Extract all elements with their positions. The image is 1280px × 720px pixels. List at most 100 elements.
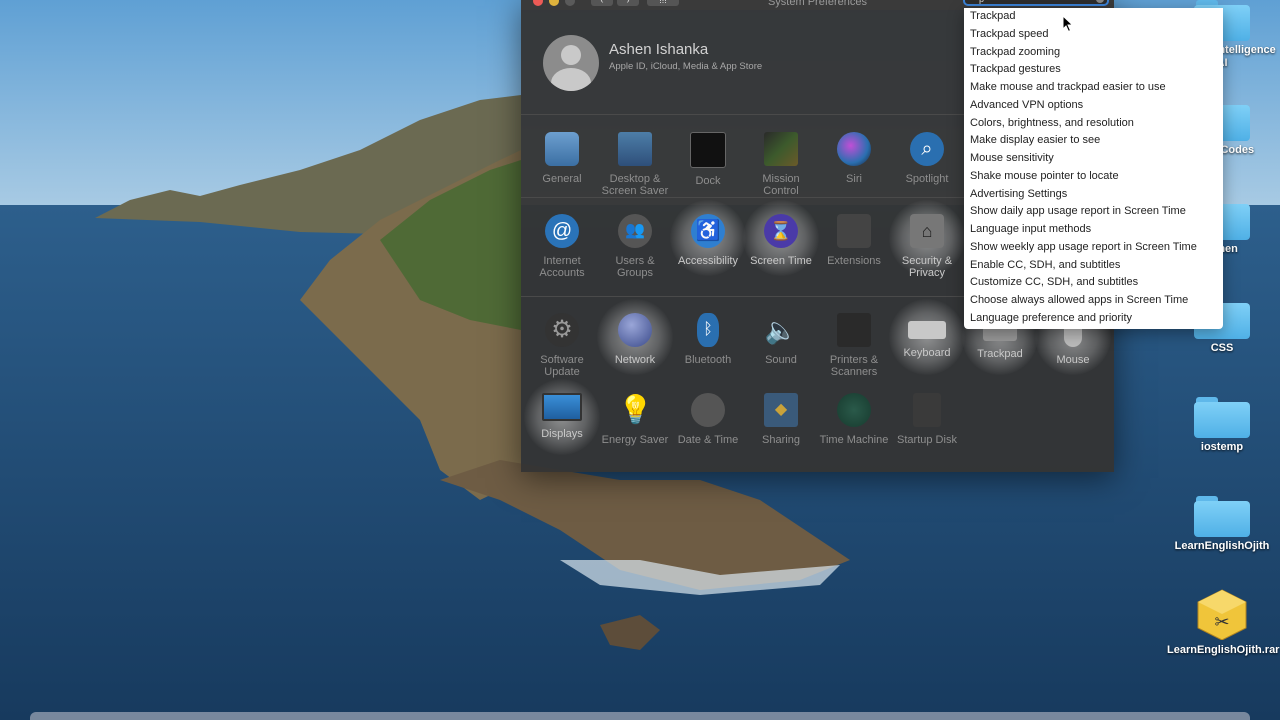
desktop-file-rar[interactable]: ✂ LearnEnglishOjith.rar — [1167, 588, 1279, 657]
search-result-item[interactable]: Advertising Settings — [964, 186, 1223, 204]
search-result-item[interactable]: Make mouse and trackpad easier to use — [964, 79, 1223, 97]
pref-label: Accessibility — [678, 255, 738, 267]
bluetooth-icon: ᛒ — [697, 313, 719, 347]
pref-label: Desktop & Screen Saver — [601, 173, 669, 197]
search-result-item[interactable]: Trackpad — [964, 8, 1223, 26]
search-result-item[interactable]: Language preference and priority — [964, 310, 1223, 328]
pref-label: Screen Time — [750, 255, 812, 267]
mouse-cursor-icon — [1062, 15, 1074, 33]
search-result-item[interactable]: Show weekly app usage report in Screen T… — [964, 239, 1223, 257]
pref-extensions[interactable]: Extensions — [818, 214, 890, 267]
puzzle-icon — [837, 214, 871, 248]
search-result-item[interactable]: Enable CC, SDH, and subtitles — [964, 257, 1223, 275]
pref-sharing[interactable]: ◆ Sharing — [745, 393, 817, 446]
search-result-item[interactable]: Trackpad zooming — [964, 44, 1223, 62]
pref-label: Spotlight — [905, 173, 949, 185]
lock-house-icon: ⌂ — [910, 214, 944, 248]
keyboard-icon — [908, 321, 946, 339]
avatar — [543, 35, 599, 91]
desktop-folder-label: iostemp — [1200, 441, 1244, 453]
pref-dock[interactable]: Dock — [672, 132, 744, 187]
search-result-item[interactable]: Show daily app usage report in Screen Ti… — [964, 203, 1223, 221]
pref-label: Extensions — [827, 255, 881, 267]
pref-network[interactable]: Network — [597, 299, 673, 375]
search-input[interactable] — [979, 0, 1079, 4]
pref-desktop-screen-saver[interactable]: Desktop & Screen Saver — [599, 132, 671, 197]
display-icon — [542, 393, 582, 421]
pref-displays[interactable]: Displays — [524, 379, 600, 455]
search-field[interactable]: ⌕ — [963, 0, 1109, 6]
pref-label: Date & Time — [677, 434, 739, 446]
pref-label: Trackpad — [977, 348, 1023, 360]
at-icon: @ — [545, 214, 579, 248]
desktop-folder-learnenglish[interactable]: LearnEnglishOjith — [1167, 496, 1277, 553]
pref-sound[interactable]: 🔈 Sound — [745, 313, 817, 366]
pref-printers-scanners[interactable]: Printers & Scanners — [818, 313, 890, 378]
folder-icon — [1194, 397, 1250, 438]
accessibility-icon: ♿ — [691, 214, 725, 248]
hourglass-icon: ⌛ — [764, 214, 798, 248]
search-result-item[interactable]: Language input methods — [964, 221, 1223, 239]
pref-software-update[interactable]: ⚙ Software Update — [526, 313, 598, 378]
pref-label: Software Update — [540, 354, 584, 378]
pref-security-privacy[interactable]: ⌂ Security & Privacy — [889, 200, 965, 279]
general-icon — [545, 132, 579, 166]
pref-label: Mission Control — [762, 173, 800, 197]
desktop-folder-label: LearnEnglishOjith — [1174, 540, 1270, 552]
mission-control-icon — [764, 132, 798, 166]
search-result-item[interactable]: Mouse sensitivity — [964, 150, 1223, 168]
search-result-item[interactable]: Colors, brightness, and resolution — [964, 115, 1223, 133]
search-result-item[interactable]: Choose always allowed apps in Screen Tim… — [964, 292, 1223, 310]
dock[interactable] — [30, 712, 1250, 720]
pref-label: Keyboard — [903, 347, 951, 359]
pref-mission-control[interactable]: Mission Control — [745, 132, 817, 197]
pref-label: Internet Accounts — [539, 255, 585, 279]
search-result-item[interactable]: Customize CC, SDH, and subtitles — [964, 274, 1223, 292]
archive-icon: ✂ — [1197, 589, 1247, 640]
pref-siri[interactable]: Siri — [818, 132, 890, 185]
search-result-item[interactable]: Advanced VPN options — [964, 97, 1223, 115]
pref-label: Startup Disk — [897, 434, 957, 446]
pref-label: General — [542, 173, 582, 185]
globe-icon — [618, 313, 652, 347]
dock-icon — [690, 132, 726, 168]
pref-energy-saver[interactable]: 💡 Energy Saver — [599, 393, 671, 446]
pref-internet-accounts[interactable]: @ Internet Accounts — [526, 214, 598, 279]
search-result-item[interactable]: Trackpad speed — [964, 26, 1223, 44]
pref-time-machine[interactable]: Time Machine — [818, 393, 890, 446]
search-results-dropdown: Trackpad Trackpad speed Trackpad zooming… — [964, 8, 1223, 329]
pref-label: Displays — [541, 428, 583, 440]
clear-search-icon[interactable] — [1096, 0, 1104, 3]
bulb-icon: 💡 — [618, 394, 653, 425]
pref-label: Energy Saver — [601, 434, 669, 446]
pref-keyboard[interactable]: Keyboard — [889, 299, 965, 375]
gear-icon: ⚙ — [545, 313, 579, 347]
pref-startup-disk[interactable]: Startup Disk — [891, 393, 963, 446]
pref-label: Users & Groups — [615, 255, 655, 279]
search-result-item[interactable]: Shake mouse pointer to locate — [964, 168, 1223, 186]
users-icon: 👥 — [618, 214, 652, 248]
pref-accessibility[interactable]: ♿ Accessibility — [670, 200, 746, 276]
siri-icon — [837, 132, 871, 166]
desktop-icon — [618, 132, 652, 166]
desktop-folder-iostemp[interactable]: iostemp — [1167, 397, 1277, 454]
pref-spotlight[interactable]: ⌕ Spotlight — [891, 132, 963, 185]
pref-users-groups[interactable]: 👥 Users & Groups — [599, 214, 671, 279]
search-result-item[interactable]: Trackpad gestures — [964, 61, 1223, 79]
pref-bluetooth[interactable]: ᛒ Bluetooth — [672, 313, 744, 366]
pref-label: Sharing — [762, 434, 800, 446]
pref-label: Network — [614, 354, 656, 366]
user-subtitle: Apple ID, iCloud, Media & App Store — [609, 61, 763, 72]
pref-label: Dock — [695, 175, 721, 187]
disk-icon — [913, 393, 941, 427]
pref-label: Time Machine — [819, 434, 889, 446]
speaker-icon: 🔈 — [764, 315, 798, 345]
pref-screen-time[interactable]: ⌛ Screen Time — [743, 200, 819, 276]
pref-label: Security & Privacy — [901, 255, 953, 279]
pref-general[interactable]: General — [526, 132, 598, 185]
search-result-item[interactable]: Make display easier to see — [964, 132, 1223, 150]
folder-icon — [1194, 496, 1250, 537]
pref-label: Bluetooth — [684, 354, 732, 366]
pref-label: Printers & Scanners — [829, 354, 879, 378]
pref-date-time[interactable]: Date & Time — [672, 393, 744, 446]
